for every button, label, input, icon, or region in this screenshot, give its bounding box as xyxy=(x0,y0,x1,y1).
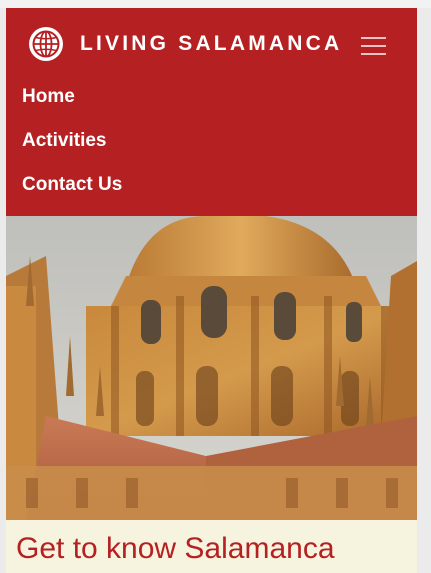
hamburger-icon-line-middle xyxy=(361,45,386,47)
nav-link-activities[interactable]: Activities xyxy=(22,130,106,151)
navbar: LIVING SALAMANCA Home Activities Contact… xyxy=(6,8,417,216)
brand-link[interactable]: LIVING SALAMANCA xyxy=(28,25,342,63)
nav-link-home[interactable]: Home xyxy=(22,86,75,107)
nav-link-contact-us[interactable]: Contact Us xyxy=(22,174,122,195)
globe-icon xyxy=(28,26,64,62)
intro-title: Get to know Salamanca xyxy=(16,532,335,565)
nav-menu: Home Activities Contact Us xyxy=(22,78,122,210)
brand-title: LIVING SALAMANCA xyxy=(80,32,343,55)
hamburger-icon-line-bottom xyxy=(361,53,386,55)
page: LIVING SALAMANCA Home Activities Contact… xyxy=(6,8,417,573)
hero-image xyxy=(6,216,417,520)
nav-item-home: Home xyxy=(22,78,122,122)
nav-item-contact: Contact Us xyxy=(22,166,122,210)
browser-top-bar xyxy=(0,0,431,8)
menu-toggle-button[interactable] xyxy=(358,32,388,60)
nav-item-activities: Activities xyxy=(22,122,122,166)
hamburger-icon-line-top xyxy=(361,37,386,39)
